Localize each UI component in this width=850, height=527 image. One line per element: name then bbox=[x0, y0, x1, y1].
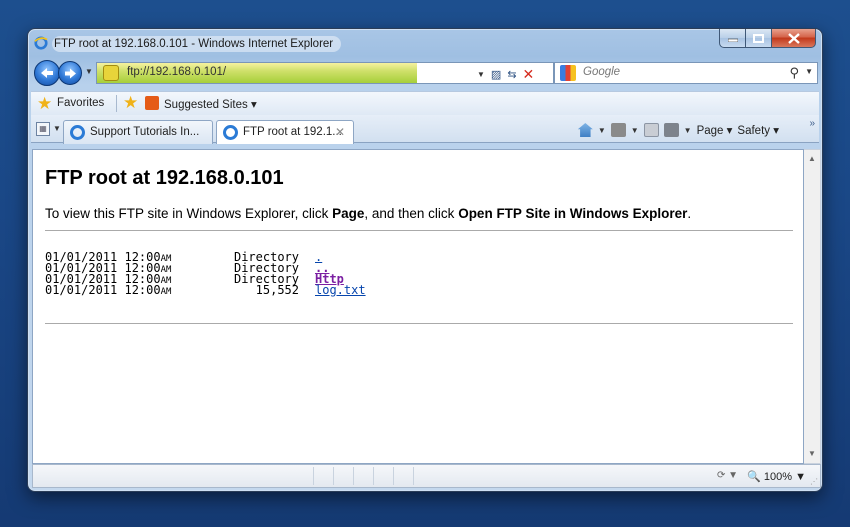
refresh-icon[interactable]: ⇆ bbox=[507, 68, 516, 81]
address-tools: ▼ ▨ ⇆ ✕ bbox=[477, 65, 534, 83]
compatibility-view-icon[interactable]: ▨ bbox=[491, 68, 501, 81]
minimize-icon bbox=[727, 38, 738, 42]
print-icon[interactable] bbox=[663, 123, 679, 137]
zoom-value: 100% bbox=[763, 471, 793, 483]
forward-button[interactable] bbox=[58, 61, 82, 85]
favorites-bar: ★ Favorites ★ Suggested Sites ▾ bbox=[31, 91, 819, 115]
add-to-favorites-bar-icon[interactable]: ★ bbox=[123, 94, 138, 111]
feeds-icon[interactable] bbox=[610, 123, 626, 137]
divider-top bbox=[45, 230, 793, 231]
resize-grip-icon[interactable]: ⋰ bbox=[810, 477, 818, 486]
suggested-sites-button[interactable]: Suggested Sites ▾ bbox=[164, 97, 257, 111]
search-options-dropdown[interactable]: ▼ bbox=[805, 67, 813, 76]
status-divider bbox=[333, 467, 334, 485]
back-arrow-icon bbox=[41, 68, 53, 78]
instruction-pre: To view this FTP site in Windows Explore… bbox=[45, 206, 333, 221]
suggested-sites-icon bbox=[145, 96, 159, 110]
maximize-button[interactable] bbox=[746, 29, 772, 48]
back-button[interactable] bbox=[34, 60, 60, 86]
safety-menu-button[interactable]: Safety ▾ bbox=[737, 123, 779, 137]
status-bar: ⟳ ▼ 🔍 100% ▼ ⋰ bbox=[32, 464, 821, 488]
tab-support-tutorials[interactable]: Support Tutorials In... bbox=[63, 120, 213, 144]
ie-tab-icon bbox=[223, 125, 238, 140]
favorites-star-icon[interactable]: ★ bbox=[37, 95, 52, 112]
maximize-icon bbox=[753, 33, 764, 43]
page-content: FTP root at 192.168.0.101 To view this F… bbox=[32, 149, 804, 464]
tab-row: ▦ ▼ Support Tutorials In... FTP root at … bbox=[31, 115, 819, 144]
home-icon[interactable] bbox=[577, 123, 593, 137]
more-tools-chevron-icon[interactable]: » bbox=[809, 118, 815, 129]
tab-label: Support Tutorials In... bbox=[90, 126, 200, 138]
address-row: ▼ ftp://192.168.0.101/ ▼ ▨ ⇆ ✕ Google ⚲ … bbox=[34, 58, 818, 88]
address-bar[interactable]: ftp://192.168.0.101/ ▼ ▨ ⇆ ✕ bbox=[96, 62, 554, 84]
status-divider bbox=[353, 467, 354, 485]
tab-list-dropdown[interactable]: ▼ bbox=[53, 124, 61, 133]
instruction-page: Page bbox=[332, 206, 365, 221]
favorites-button[interactable]: Favorites bbox=[57, 97, 104, 109]
title-bar[interactable]: FTP root at 192.168.0.101 - Windows Inte… bbox=[28, 29, 822, 55]
instruction-open-ftp: Open FTP Site in Windows Explorer bbox=[458, 206, 688, 221]
feeds-dropdown[interactable]: ▼ bbox=[631, 126, 639, 135]
command-bar: ▼ ▼ ▼ Page ▾ Safety ▾ bbox=[577, 122, 779, 138]
recent-pages-dropdown[interactable]: ▼ bbox=[85, 67, 93, 77]
search-input[interactable]: Google bbox=[583, 66, 620, 78]
vertical-scrollbar[interactable]: ▲ ▼ bbox=[804, 149, 821, 464]
status-divider bbox=[313, 467, 314, 485]
ie-tab-icon bbox=[70, 125, 85, 140]
tab-label: FTP root at 192.1... bbox=[243, 126, 342, 138]
item-size: 15,552 bbox=[255, 283, 299, 297]
item-link[interactable]: log.txt bbox=[315, 284, 366, 296]
status-divider bbox=[393, 467, 394, 485]
favorites-separator bbox=[116, 95, 117, 112]
address-url[interactable]: ftp://192.168.0.101/ bbox=[127, 66, 226, 78]
search-icon[interactable]: ⚲ bbox=[789, 65, 799, 81]
window-title: FTP root at 192.168.0.101 - Windows Inte… bbox=[52, 36, 342, 52]
address-dropdown-icon[interactable]: ▼ bbox=[477, 70, 485, 79]
zoom-icon: 🔍 bbox=[747, 471, 761, 483]
quick-tabs-icon[interactable]: ▦ bbox=[36, 122, 50, 136]
google-search-provider-icon bbox=[560, 65, 576, 81]
instruction-end: . bbox=[687, 206, 692, 221]
close-tab-icon[interactable]: ✕ bbox=[335, 125, 345, 139]
status-divider bbox=[373, 467, 374, 485]
forward-arrow-icon bbox=[64, 68, 76, 78]
page-menu-button[interactable]: Page ▾ bbox=[697, 123, 733, 137]
read-mail-icon[interactable] bbox=[643, 123, 659, 137]
page-title: FTP root at 192.168.0.101 bbox=[45, 167, 284, 189]
scroll-up-icon[interactable]: ▲ bbox=[804, 152, 820, 166]
page-favicon-icon bbox=[103, 65, 119, 81]
zoom-level[interactable]: 🔍 100% ▼ bbox=[747, 470, 806, 483]
item-ampm: AM bbox=[160, 287, 172, 297]
window-controls bbox=[719, 29, 816, 49]
scroll-down-icon[interactable]: ▼ bbox=[804, 447, 820, 461]
minimize-button[interactable] bbox=[719, 29, 746, 48]
stop-icon[interactable]: ✕ bbox=[523, 66, 535, 83]
ie-logo-icon bbox=[34, 36, 48, 50]
page-instruction: To view this FTP site in Windows Explore… bbox=[45, 206, 691, 221]
close-icon bbox=[787, 32, 800, 44]
status-divider bbox=[413, 467, 414, 485]
close-button[interactable] bbox=[772, 29, 816, 48]
ie-window: FTP root at 192.168.0.101 - Windows Inte… bbox=[27, 28, 823, 492]
instruction-mid: , and then click bbox=[364, 206, 459, 221]
item-date: 01/01/2011 12:00 bbox=[45, 283, 161, 297]
divider-bottom bbox=[45, 323, 793, 324]
home-dropdown[interactable]: ▼ bbox=[598, 126, 606, 135]
security-zone-icon[interactable]: ⟳ ▼ bbox=[717, 470, 738, 481]
search-box[interactable]: Google ⚲ ▼ bbox=[554, 62, 818, 84]
print-dropdown[interactable]: ▼ bbox=[684, 126, 692, 135]
tab-ftp-root[interactable]: FTP root at 192.1... ✕ bbox=[216, 120, 354, 144]
